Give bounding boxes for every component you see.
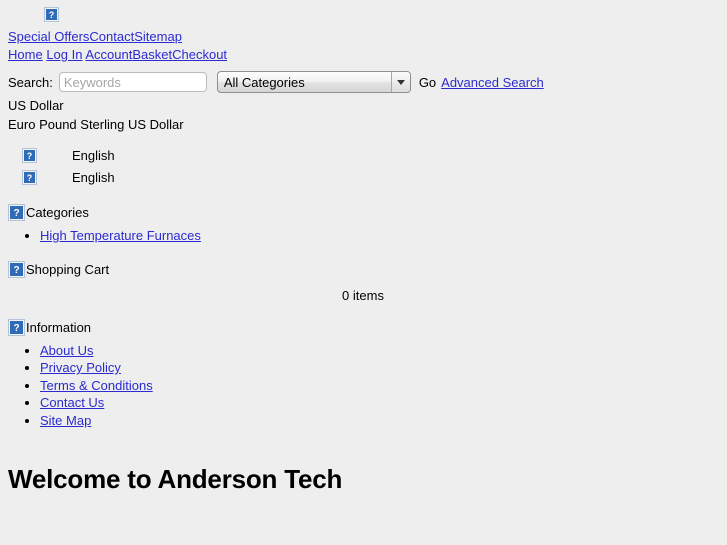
information-heading-text: Information <box>26 319 92 335</box>
list-item: Site Map <box>40 412 727 430</box>
nav-link-contact[interactable]: Contact <box>89 29 134 44</box>
info-link-terms-and-conditions[interactable]: Terms & Conditions <box>40 378 153 393</box>
nav-link-special-offers[interactable]: Special Offers <box>8 29 89 44</box>
information-list: About Us Privacy Policy Terms & Conditio… <box>0 342 727 430</box>
chevron-down-icon <box>390 72 410 92</box>
broken-image-icon[interactable] <box>8 318 25 336</box>
nav-link-home[interactable]: Home <box>8 47 43 62</box>
broken-image-icon[interactable] <box>22 169 37 185</box>
list-item: High Temperature Furnaces <box>40 227 727 245</box>
info-link-site-map[interactable]: Site Map <box>40 413 91 428</box>
nav-link-checkout[interactable]: Checkout <box>172 47 227 62</box>
category-link-high-temperature-furnaces[interactable]: High Temperature Furnaces <box>40 228 201 243</box>
nav-link-log-in[interactable]: Log In <box>46 47 82 62</box>
list-item: Privacy Policy <box>40 359 727 377</box>
nav-link-basket[interactable]: Basket <box>132 47 172 62</box>
search-input[interactable] <box>58 72 207 92</box>
language-row[interactable]: English <box>0 166 727 188</box>
broken-image-icon[interactable] <box>8 204 25 221</box>
list-item: About Us <box>40 342 727 360</box>
list-item: Contact Us <box>40 394 727 412</box>
language-row[interactable]: English <box>0 144 727 166</box>
categories-heading: Categories <box>0 204 727 221</box>
search-go-label[interactable]: Go <box>419 75 436 90</box>
categories-heading-text: Categories <box>26 205 89 220</box>
category-select-value: All Categories <box>223 74 305 90</box>
language-label: English <box>72 169 115 185</box>
currency-current: US Dollar <box>8 98 64 113</box>
search-label: Search: <box>8 74 53 90</box>
language-selector: English English <box>0 134 727 188</box>
shopping-cart-heading-text: Shopping Cart <box>26 261 110 277</box>
currency-options: Euro Pound Sterling US Dollar <box>8 117 184 132</box>
page-title: Welcome to Anderson Tech <box>8 464 343 494</box>
search-bar: Search: All Categories Go Advanced Searc… <box>0 64 727 96</box>
categories-list: High Temperature Furnaces <box>0 227 727 245</box>
nav-link-sitemap[interactable]: Sitemap <box>134 29 182 44</box>
cart-item-count: 0 items <box>342 287 384 303</box>
advanced-search-link[interactable]: Advanced Search <box>441 75 544 90</box>
information-heading: Information <box>0 318 727 336</box>
broken-image-icon[interactable] <box>8 260 25 278</box>
broken-image-icon[interactable] <box>22 147 37 163</box>
list-item: Terms & Conditions <box>40 377 727 395</box>
info-link-privacy-policy[interactable]: Privacy Policy <box>40 360 121 375</box>
header-logo-row <box>0 0 727 28</box>
top-nav-row-primary: Special OffersContactSitemap <box>0 28 727 46</box>
info-link-about-us[interactable]: About Us <box>40 343 93 358</box>
category-select[interactable]: All Categories <box>216 71 411 93</box>
page-root: Special OffersContactSitemap Home Log In… <box>0 0 727 545</box>
nav-link-account[interactable]: Account <box>85 47 132 62</box>
shopping-cart-heading: Shopping Cart <box>0 260 727 278</box>
top-nav-row-account: Home Log In AccountBasketCheckout <box>0 46 727 64</box>
language-label: English <box>72 147 115 163</box>
info-link-contact-us[interactable]: Contact Us <box>40 395 104 410</box>
broken-image-icon[interactable] <box>44 7 59 23</box>
